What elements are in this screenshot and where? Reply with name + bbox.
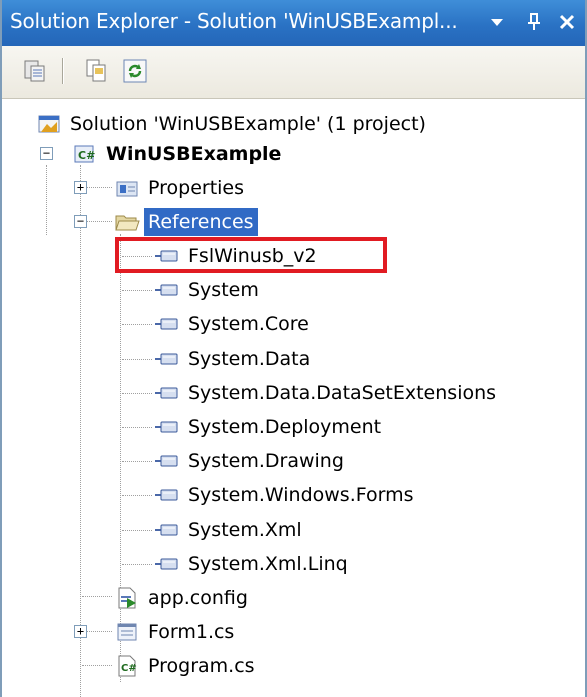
tree-connector [122,461,152,462]
tree-item-label: System [188,279,259,301]
tree-connector [122,564,152,565]
form-file-icon [114,619,140,645]
tree-connector [122,427,152,428]
tree-connector [80,165,81,697]
tree-item-reference[interactable]: FslWinusb_v2 [154,241,321,271]
window-title: Solution Explorer - Solution 'WinUSBExam… [10,9,458,33]
tree-connector [122,359,152,360]
tree-item-reference[interactable]: System.Deployment [154,412,385,442]
tree-item-reference[interactable]: System.Core [154,309,313,339]
tree-item-label: System.Windows.Forms [188,484,414,506]
expander-expand[interactable]: + [74,181,87,194]
tree-item-reference[interactable]: System.Drawing [154,446,348,476]
tree-item-app-config[interactable]: app.config [114,583,252,613]
assembly-reference-icon [154,277,180,303]
solution-icon [36,111,62,137]
properties-icon[interactable] [20,56,50,86]
tree-connector [122,393,152,394]
assembly-reference-icon [154,311,180,337]
csharp-project-icon: C# [72,141,98,167]
tree-item-label: app.config [148,587,248,609]
tree-connector [120,234,121,682]
toolbar-separator [62,58,63,84]
svg-text:C#: C# [78,149,95,162]
tree-item-references[interactable]: References [114,207,258,237]
tree-item-label: References [144,208,258,236]
solution-explorer-window: Solution Explorer - Solution 'WinUSBExam… [0,0,587,697]
properties-folder-icon [114,175,140,201]
csharp-file-icon: C# [114,653,140,679]
assembly-reference-icon [154,482,180,508]
tree-item-reference[interactable]: System.Data.DataSetExtensions [154,378,500,408]
open-folder-icon [114,209,140,235]
tree-item-label: System.Deployment [188,416,382,438]
tree-item-reference[interactable]: System.Xml [154,515,306,545]
tree-connector [122,530,152,531]
show-all-files-icon[interactable] [82,56,112,86]
tree-item-reference[interactable]: System.Windows.Forms [154,480,418,510]
pin-icon[interactable] [519,6,549,38]
tree-connector [122,256,152,257]
tree-item-label: System.Data.DataSetExtensions [188,382,497,404]
title-bar[interactable]: Solution Explorer - Solution 'WinUSBExam… [2,0,585,46]
tree-item-label: Form1.cs [148,621,235,643]
svg-text:C#: C# [121,663,137,674]
tree-connector [46,165,47,235]
assembly-reference-icon [154,243,180,269]
tree-item-label: System.Xml.Linq [188,553,348,575]
assembly-reference-icon [154,517,180,543]
tree-item-reference[interactable]: System [154,275,263,305]
expander-expand[interactable]: + [74,625,87,638]
assembly-reference-icon [154,448,180,474]
assembly-reference-icon [154,414,180,440]
window-position-dropdown-icon[interactable] [482,6,512,38]
tree-item-label: System.Data [188,348,311,370]
config-file-icon [114,585,140,611]
tree-item-reference[interactable]: System.Data [154,344,314,374]
tree-item-program[interactable]: C# Program.cs [114,651,259,681]
expander-collapse[interactable]: − [74,215,87,228]
tree-connector [122,290,152,291]
tree-item-label: System.Xml [188,519,302,541]
tree-item-form1[interactable]: Form1.cs [114,617,238,647]
tree-connector [82,596,112,597]
tree-item-properties[interactable]: Properties [114,173,248,203]
expander-collapse[interactable]: − [40,147,53,160]
tree-connector [122,495,152,496]
tree-connector [122,324,152,325]
assembly-reference-icon [154,380,180,406]
tree-item-label: System.Drawing [188,450,344,472]
tree-item-label: WinUSBExample [106,143,282,165]
tree-item-project[interactable]: C# WinUSBExample [72,139,285,169]
solution-tree: Solution 'WinUSBExample' (1 project) − C… [2,99,585,697]
tree-item-label: Properties [148,177,245,199]
tree-connector [82,665,112,666]
tree-item-label: System.Core [188,313,309,335]
refresh-icon[interactable] [120,56,150,86]
tree-item-reference[interactable]: System.Xml.Linq [154,549,352,579]
tree-item-label: FslWinusb_v2 [188,245,317,267]
toolbar [2,46,585,99]
close-icon[interactable] [552,6,582,38]
tree-item-label: Program.cs [148,655,255,677]
tree-item-label: Solution 'WinUSBExample' (1 project) [70,113,426,135]
assembly-reference-icon [154,346,180,372]
tree-item-solution[interactable]: Solution 'WinUSBExample' (1 project) [36,109,430,139]
assembly-reference-icon [154,551,180,577]
